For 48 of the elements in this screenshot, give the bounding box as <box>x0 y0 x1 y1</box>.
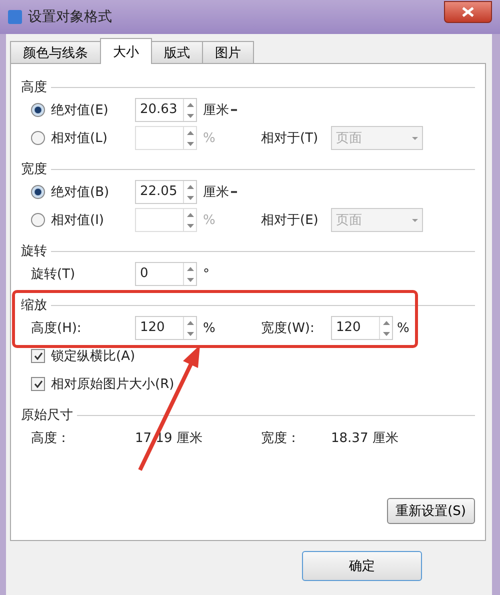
spin-arrows-icon[interactable] <box>183 209 196 231</box>
radio-label: 相对值(I) <box>51 212 104 229</box>
checkbox[interactable] <box>31 349 45 363</box>
checkmark-icon <box>34 352 42 360</box>
unit-label: % <box>203 212 216 228</box>
caret-icon <box>412 218 418 222</box>
relative-to-label: 相对于(E) <box>261 212 320 229</box>
relative-to-label: 相对于(T) <box>261 130 320 147</box>
value-text: 18.37 厘米 <box>331 430 400 447</box>
spin-arrows-icon[interactable] <box>183 127 196 149</box>
radio-button[interactable] <box>31 103 45 117</box>
app-icon <box>8 10 22 24</box>
field-label: 宽度(W): <box>261 320 316 337</box>
tab[interactable]: 颜色与线条 <box>10 41 101 64</box>
section-title: 宽度 <box>21 161 47 178</box>
tab[interactable]: 大小 <box>100 38 152 64</box>
tab[interactable]: 版式 <box>151 41 203 64</box>
tab[interactable]: 图片 <box>202 41 254 64</box>
unit-label: % <box>397 320 410 336</box>
checkbox[interactable] <box>31 377 45 391</box>
window-title: 设置对象格式 <box>28 8 113 26</box>
close-icon <box>462 7 474 17</box>
section-title: 缩放 <box>21 297 47 314</box>
unit-label: % <box>203 130 216 146</box>
reset-button[interactable]: 重新设置(S) <box>386 498 475 524</box>
section-title: 旋转 <box>21 243 47 260</box>
field-label: 宽度： <box>261 430 301 447</box>
unit-label: % <box>203 320 216 336</box>
field-label: 高度(H): <box>31 320 82 337</box>
radio-label: 相对值(L) <box>51 130 108 147</box>
section-title: 高度 <box>21 79 47 96</box>
checkmark-icon <box>34 380 42 388</box>
section-title: 原始尺寸 <box>21 407 73 424</box>
radio-label: 绝对值(E) <box>51 102 108 119</box>
checkbox-label: 锁定纵横比(A) <box>51 348 136 365</box>
caret-icon <box>412 136 418 140</box>
unit-label: ° <box>203 266 210 282</box>
dropdown-caret-icon[interactable] <box>231 190 237 194</box>
unit-label: 厘米 <box>203 102 229 119</box>
checkbox-label: 相对原始图片大小(R) <box>51 376 174 393</box>
dropdown-caret-icon[interactable] <box>231 108 237 112</box>
radio-label: 绝对值(B) <box>51 184 110 201</box>
ok-button[interactable]: 确定 <box>302 551 422 581</box>
radio-button[interactable] <box>31 185 45 199</box>
unit-label: 厘米 <box>203 184 229 201</box>
field-label: 旋转(T) <box>31 266 76 283</box>
close-button[interactable] <box>444 1 492 23</box>
field-label: 高度： <box>31 430 71 447</box>
